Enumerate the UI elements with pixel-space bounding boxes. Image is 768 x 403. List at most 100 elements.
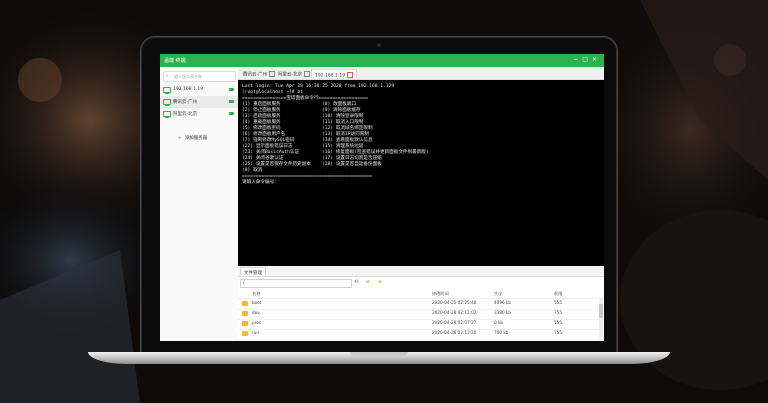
file-manager-tab[interactable]: 文件管理 bbox=[240, 267, 266, 276]
menu-item: (0) 取消 bbox=[242, 168, 263, 173]
menu-item: (13) 取消IP访问限制 bbox=[322, 132, 369, 137]
server-item[interactable]: 腾讯云-广州 bbox=[160, 96, 238, 108]
file-perm: 555 bbox=[554, 320, 562, 325]
folder-icon bbox=[242, 321, 248, 326]
title-bar: 温端 终端 −□× bbox=[160, 54, 604, 67]
path-input[interactable]: / bbox=[240, 279, 352, 288]
terminal-line: Last login: Tue Apr 28 16:38:25 2020 fro… bbox=[242, 84, 395, 89]
path-value: / bbox=[243, 281, 245, 286]
server-label: 192.168.1.19 bbox=[173, 87, 204, 92]
file-list-scrollbar[interactable] bbox=[599, 298, 603, 340]
file-table-header: 名称 修改时间 大小 权限 bbox=[238, 290, 598, 299]
monitor-icon bbox=[163, 111, 171, 118]
session-tab-active[interactable]: 192.168.1.19 bbox=[311, 69, 358, 79]
tab-label: 阿里云-北京 bbox=[278, 72, 303, 78]
column-header[interactable]: 权限 bbox=[554, 291, 562, 297]
file-name: run bbox=[252, 330, 260, 335]
file-modified: 2020-04-28 02:11:02 bbox=[432, 310, 477, 315]
file-modified: 2020-04-25 02:25:48 bbox=[432, 300, 477, 305]
add-server-button[interactable]: + 添加服务器 bbox=[178, 135, 207, 141]
folder-icon bbox=[242, 311, 248, 316]
server-item[interactable]: 192.168.1.19 bbox=[160, 84, 238, 96]
menu-item: (15) 清理系统垃圾 bbox=[322, 144, 364, 149]
tab-label: 腾讯云-广州 bbox=[243, 72, 268, 78]
plus-icon: + bbox=[178, 136, 182, 141]
sidebar: ⌕ 输入服务器名称 192.168.1.19 腾讯云-广州 阿里云-北京 + 添加… bbox=[160, 67, 239, 341]
server-label: 阿里云-北京 bbox=[173, 112, 198, 117]
menu-item: (23) 关闭BasicAuth认证 bbox=[242, 150, 300, 155]
file-perm: 755 bbox=[554, 330, 562, 335]
menu-item: (22) 显示面板错误日志 bbox=[242, 144, 293, 149]
terminal-separator: ========================================… bbox=[242, 174, 372, 179]
add-server-label: 添加服务器 bbox=[184, 136, 208, 141]
folder-icon bbox=[242, 301, 248, 306]
close-tab-icon[interactable] bbox=[304, 71, 311, 77]
menu-item: (25) 设置是否保存文件历史副本 bbox=[242, 162, 311, 167]
terminal[interactable]: Last login: Tue Apr 28 16:38:25 2020 fro… bbox=[238, 80, 604, 266]
menu-item: (17) 设置日志切割是否压缩 bbox=[322, 156, 382, 161]
file-manager: 文件管理 / ⟲ ▰ ▰ 名称 修改时间 大小 权限 boot 2020-04-… bbox=[238, 266, 604, 341]
online-status-icon bbox=[229, 112, 234, 115]
menu-item: (2) 停止面板服务 bbox=[242, 108, 281, 113]
app-title: 温端 终端 bbox=[164, 58, 186, 64]
menu-item: (9) 清除面板缓存 bbox=[322, 108, 361, 113]
menu-item: (18) 设置是否自动备份面板 bbox=[322, 162, 382, 167]
monitor-icon bbox=[163, 87, 171, 94]
file-name: boot bbox=[252, 300, 262, 305]
scrollbar-thumb[interactable] bbox=[599, 304, 603, 318]
close-tab-icon[interactable] bbox=[347, 72, 354, 78]
terminal-line: ================宝塔面板命令行=================… bbox=[242, 96, 369, 101]
session-tab[interactable]: 阿里云-北京 bbox=[275, 69, 313, 78]
online-status-icon bbox=[229, 100, 234, 103]
terminal-line: [root@localhost ~]# bt bbox=[242, 90, 303, 95]
server-label: 腾讯云-广州 bbox=[173, 100, 198, 105]
table-row[interactable]: run 2020-04-28 02:12:20 700 kb 755 bbox=[238, 329, 598, 340]
session-tab[interactable]: 腾讯云-广州 bbox=[240, 69, 278, 78]
column-header[interactable]: 名称 bbox=[252, 291, 260, 297]
folder-icon[interactable]: ▰ bbox=[366, 279, 370, 285]
menu-item: (7) 强制修改MySQL密码 bbox=[242, 138, 295, 143]
menu-item: (8) 改面板端口 bbox=[322, 102, 357, 107]
monitor-icon bbox=[163, 99, 171, 106]
menu-item: (16) 修复面板(检查错误并更新面板文件到最新版) bbox=[322, 150, 429, 155]
file-perm: 555 bbox=[554, 300, 562, 305]
file-name: proc bbox=[252, 320, 262, 325]
server-search-input[interactable]: ⌕ 输入服务器名称 bbox=[163, 71, 236, 82]
menu-item: (14) 查看面板默认信息 bbox=[322, 138, 373, 143]
file-size: 4096 kb bbox=[494, 300, 512, 305]
laptop-base-notch bbox=[350, 352, 408, 356]
camera-dot bbox=[377, 43, 381, 47]
maximize-icon[interactable]: □ bbox=[582, 56, 592, 63]
refresh-icon[interactable]: ⟲ bbox=[354, 279, 358, 285]
file-size: 700 kb bbox=[494, 330, 509, 335]
terminal-prompt: 请输入命令编号： bbox=[242, 180, 279, 185]
menu-item: (4) 重载面板服务 bbox=[242, 120, 281, 125]
menu-item: (12) 取消域名绑定限制 bbox=[322, 126, 373, 131]
session-tabbar: 腾讯云-广州 阿里云-北京 192.168.1.19 bbox=[238, 67, 604, 80]
file-size: 3380 kb bbox=[494, 310, 512, 315]
file-name: dev bbox=[252, 310, 260, 315]
search-placeholder: 输入服务器名称 bbox=[174, 74, 202, 79]
folder-icon bbox=[242, 331, 248, 336]
menu-item: (1) 重启面板服务 bbox=[242, 102, 281, 107]
minimize-icon[interactable]: − bbox=[573, 56, 582, 63]
file-modified: 2020-04-28 02:07:27 bbox=[432, 320, 477, 325]
online-status-icon bbox=[229, 88, 234, 91]
menu-item: (24) 关闭谷歌认证 bbox=[242, 156, 284, 161]
file-modified: 2020-04-28 02:12:20 bbox=[432, 330, 477, 335]
new-folder-icon[interactable]: ▰ bbox=[378, 279, 382, 285]
column-header[interactable]: 大小 bbox=[494, 291, 502, 297]
search-icon: ⌕ bbox=[166, 73, 169, 79]
menu-item: (5) 修改面板密码 bbox=[242, 126, 281, 131]
file-size: 0 kb bbox=[494, 320, 504, 325]
column-header[interactable]: 修改时间 bbox=[432, 291, 449, 297]
menu-item: (10) 清除登录限制 bbox=[322, 114, 364, 119]
menu-item: (6) 修改面板用户名 bbox=[242, 132, 286, 137]
server-item[interactable]: 阿里云-北京 bbox=[160, 108, 238, 120]
app-window: 温端 终端 −□× ⌕ 输入服务器名称 192.168.1.19 腾讯云-广州 … bbox=[160, 54, 604, 341]
tab-label: 192.168.1.19 bbox=[315, 73, 346, 79]
close-icon[interactable]: × bbox=[592, 56, 601, 63]
menu-item: (3) 启动面板服务 bbox=[242, 114, 281, 119]
window-controls: −□× bbox=[573, 56, 601, 63]
laptop-base bbox=[88, 352, 670, 364]
